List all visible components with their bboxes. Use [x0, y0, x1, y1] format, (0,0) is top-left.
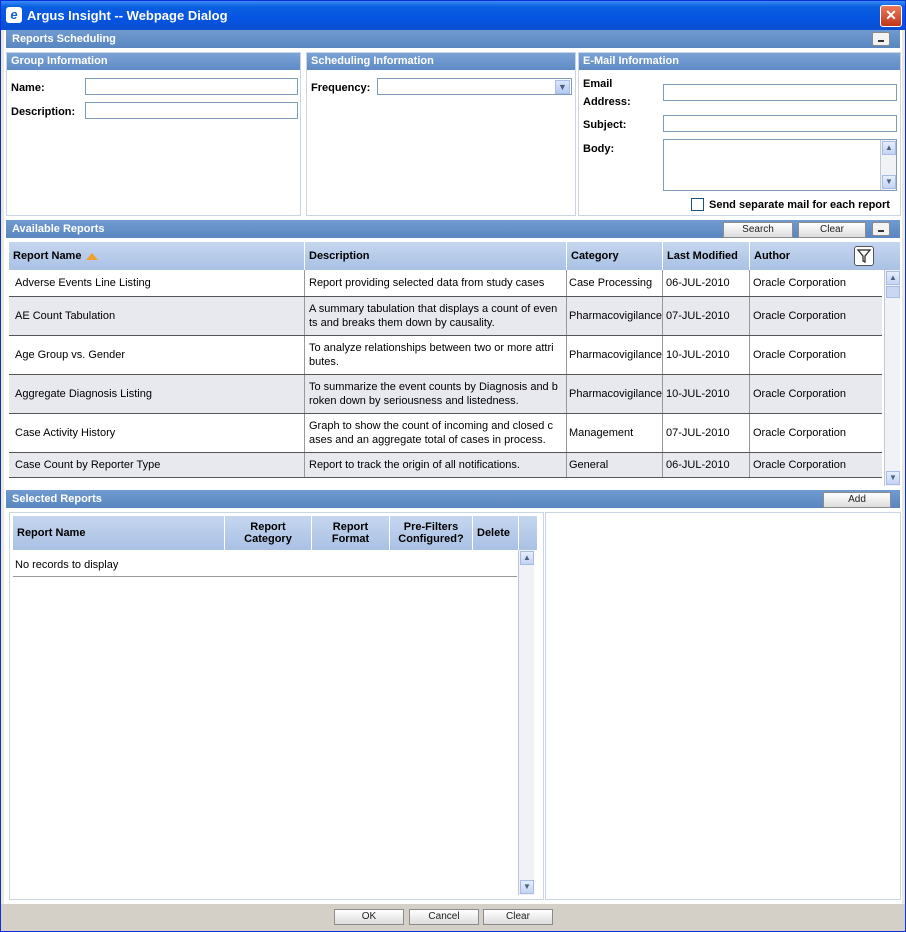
reports-scheduling-header: Reports Scheduling	[6, 30, 900, 48]
scroll-up-icon[interactable]: ▲	[886, 271, 900, 285]
reports-scheduling-title: Reports Scheduling	[12, 33, 116, 45]
chevron-down-icon[interactable]: ▼	[555, 80, 570, 94]
selected-reports-grid-header: Report Name Report Category Report Forma…	[13, 516, 537, 550]
table-row[interactable]: Case Activity History Graph to show the …	[9, 414, 882, 453]
available-reports-title: Available Reports	[12, 223, 105, 235]
available-reports-scrollbar[interactable]: ▲ ▼	[884, 270, 900, 486]
close-button[interactable]: ✕	[880, 5, 902, 27]
email-address-input[interactable]	[663, 84, 897, 101]
email-address-label-line1: Email	[583, 78, 613, 90]
sort-ascending-icon[interactable]	[86, 252, 99, 260]
table-row[interactable]: Case Count by Reporter Type Report to tr…	[9, 453, 882, 478]
available-reports-grid-header: Report Name Description Category Last Mo…	[9, 242, 900, 270]
subject-input[interactable]	[663, 115, 897, 132]
filter-icon[interactable]	[854, 246, 874, 266]
table-row[interactable]: Adverse Events Line Listing Report provi…	[9, 270, 882, 297]
body-scrollbar[interactable]: ▲ ▼	[880, 140, 896, 190]
frequency-label: Frequency:	[311, 82, 371, 94]
group-information-title: Group Information	[7, 53, 300, 70]
cancel-button[interactable]: Cancel	[409, 909, 479, 925]
separate-mail-label: Send separate mail for each report	[709, 199, 890, 211]
column-author[interactable]: Author	[750, 242, 900, 270]
column-selected-report-name[interactable]: Report Name	[13, 516, 225, 550]
column-last-modified[interactable]: Last Modified	[663, 242, 750, 270]
clear-search-button[interactable]: Clear	[798, 222, 866, 238]
column-description[interactable]: Description	[305, 242, 567, 270]
email-information-panel: E-Mail Information Email Address: Subjec…	[578, 52, 901, 216]
search-button[interactable]: Search	[723, 222, 793, 238]
scroll-down-icon[interactable]: ▼	[520, 880, 534, 894]
collapse-available-button[interactable]	[872, 222, 890, 236]
scheduling-information-title: Scheduling Information	[307, 53, 575, 70]
table-row[interactable]: AE Count Tabulation A summary tabulation…	[9, 297, 882, 336]
ie-icon: e	[6, 7, 22, 23]
dialog-content: Reports Scheduling Group Information Nam…	[4, 30, 902, 904]
selected-reports-scrollbar[interactable]: ▲ ▼	[518, 550, 534, 895]
description-label: Description:	[11, 106, 76, 118]
scroll-down-icon[interactable]: ▼	[882, 175, 896, 189]
column-report-format[interactable]: Report Format	[312, 516, 390, 550]
group-information-panel: Group Information Name: Description:	[6, 52, 301, 216]
column-report-category[interactable]: Report Category	[225, 516, 312, 550]
name-label: Name:	[11, 82, 45, 94]
email-information-title: E-Mail Information	[579, 53, 900, 70]
body-textarea[interactable]: ▲ ▼	[663, 139, 897, 191]
selected-reports-panel: Report Name Report Category Report Forma…	[9, 512, 544, 900]
empty-message: No records to display	[13, 553, 517, 577]
available-reports-list: Adverse Events Line Listing Report provi…	[9, 270, 900, 486]
clear-button[interactable]: Clear	[483, 909, 553, 925]
scheduling-information-panel: Scheduling Information Frequency: ▼	[306, 52, 576, 216]
collapse-scheduling-button[interactable]	[872, 32, 890, 46]
separate-mail-checkbox[interactable]	[691, 198, 704, 211]
selected-report-detail-panel	[545, 512, 901, 900]
scroll-down-icon[interactable]: ▼	[886, 471, 900, 485]
table-row[interactable]: Aggregate Diagnosis Listing To summarize…	[9, 375, 882, 414]
subject-label: Subject:	[583, 119, 627, 131]
body-label: Body:	[583, 143, 615, 155]
frequency-select[interactable]: ▼	[377, 78, 572, 95]
selected-reports-header: Selected Reports	[6, 490, 900, 508]
column-report-name[interactable]: Report Name	[9, 242, 305, 270]
dialog-footer: OK Cancel Clear	[1, 904, 905, 931]
ok-button[interactable]: OK	[334, 909, 404, 925]
selected-reports-title: Selected Reports	[12, 493, 102, 505]
table-row[interactable]: Age Group vs. Gender To analyze relation…	[9, 336, 882, 375]
name-input[interactable]	[85, 78, 298, 95]
column-delete[interactable]: Delete	[473, 516, 519, 550]
add-button[interactable]: Add	[823, 492, 891, 508]
scroll-thumb[interactable]	[886, 286, 900, 298]
column-prefilters-configured[interactable]: Pre-Filters Configured?	[390, 516, 473, 550]
email-address-label-line2: Address:	[583, 96, 631, 108]
description-input[interactable]	[85, 102, 298, 119]
scroll-up-icon[interactable]: ▲	[882, 141, 896, 155]
column-category[interactable]: Category	[567, 242, 663, 270]
dialog-window: e Argus Insight -- Webpage Dialog ✕ Repo…	[0, 0, 906, 932]
title-bar[interactable]: e Argus Insight -- Webpage Dialog ✕	[1, 1, 905, 30]
scroll-up-icon[interactable]: ▲	[520, 551, 534, 565]
window-title: Argus Insight -- Webpage Dialog	[27, 8, 228, 23]
